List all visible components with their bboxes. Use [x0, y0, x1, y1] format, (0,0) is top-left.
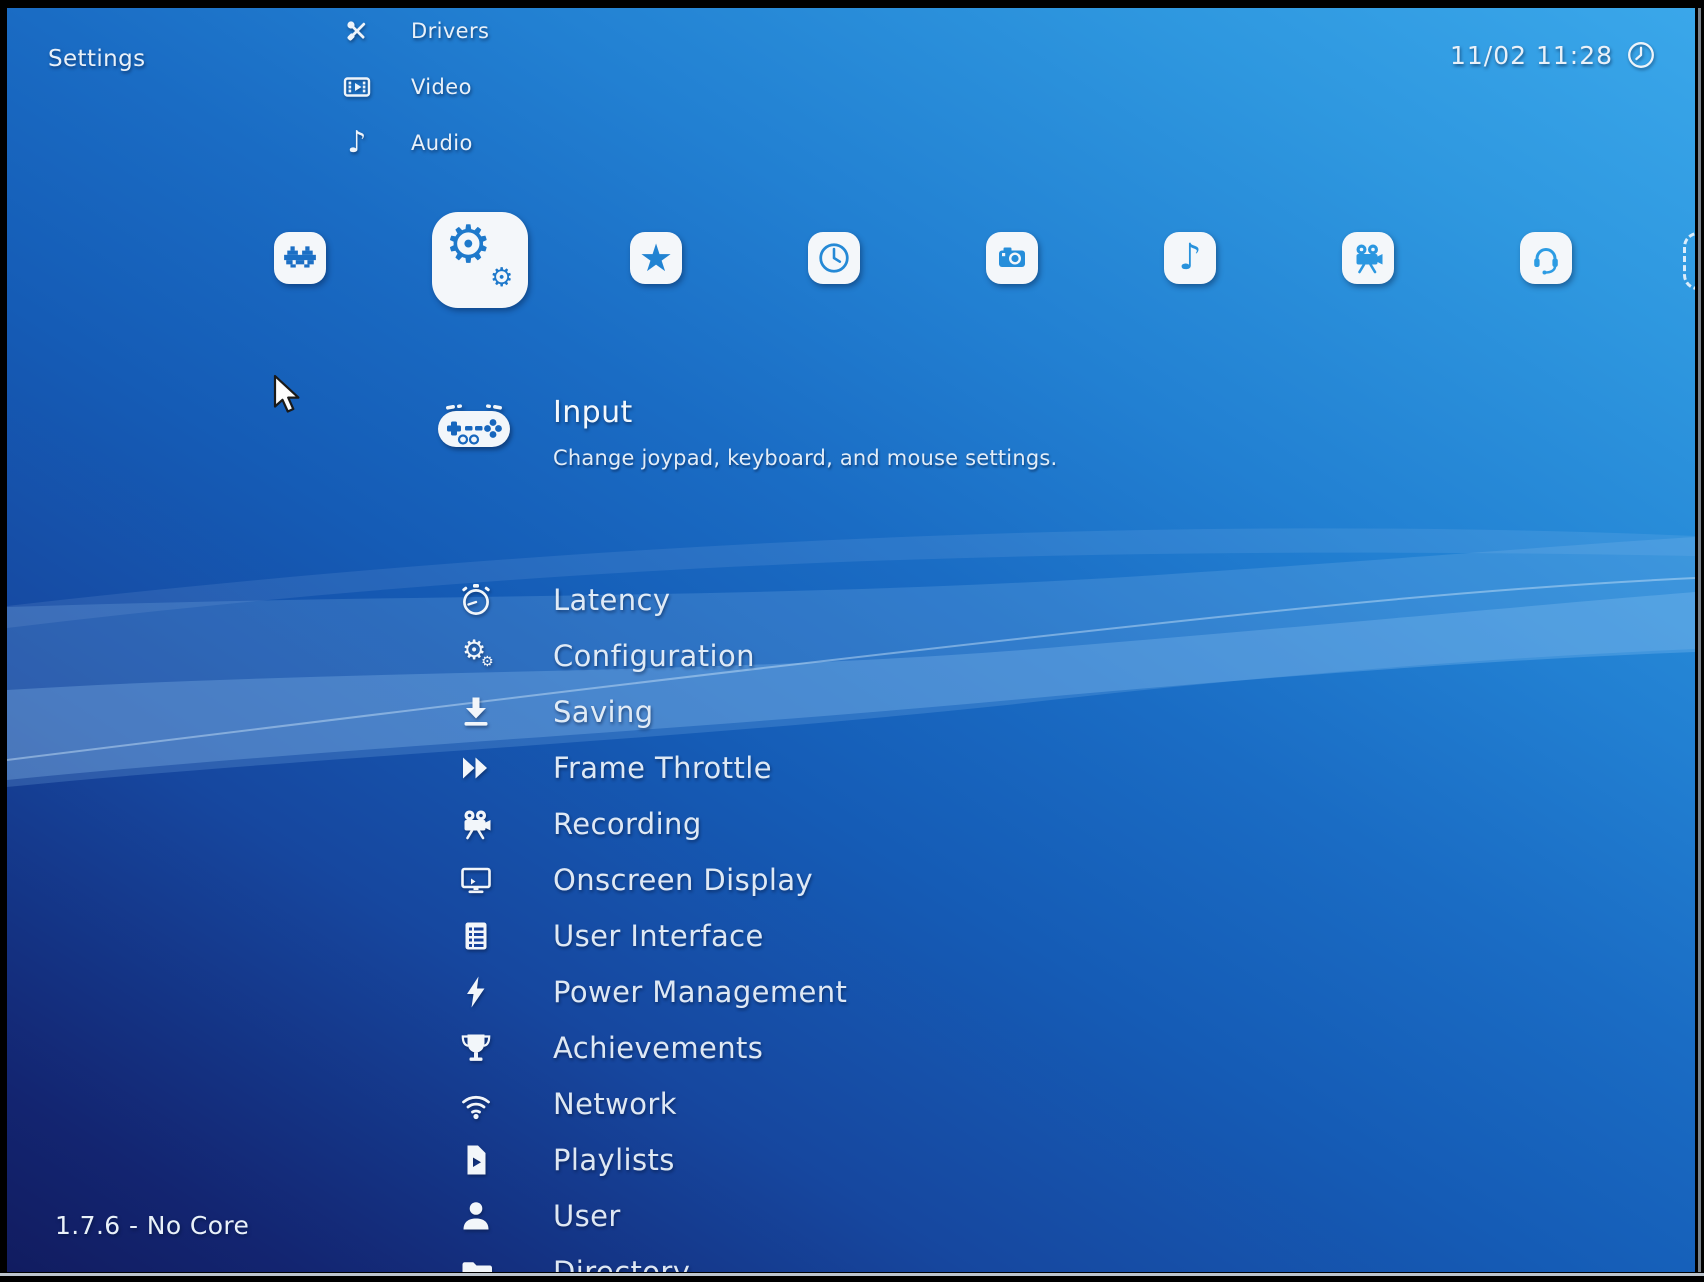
wrench-screwdriver-icon	[329, 17, 385, 45]
menu-item-configuration[interactable]: ⚙ ⚙ Configuration	[448, 628, 755, 684]
clock-status-icon	[1625, 39, 1657, 71]
menu-item-label: Drivers	[411, 19, 489, 43]
menu-item-label: Frame Throttle	[553, 751, 772, 785]
menu-item-label: User Interface	[553, 919, 764, 953]
menu-item-audio[interactable]: ♪ Audio	[329, 115, 473, 171]
tab-favorites[interactable]: ★	[630, 232, 682, 284]
menu-item-label: Audio	[411, 131, 473, 155]
menu-item-playlists[interactable]: Playlists	[448, 1132, 675, 1188]
menu-item-label: Network	[553, 1087, 677, 1121]
menu-item-label: Onscreen Display	[553, 863, 813, 897]
menu-item-latency[interactable]: Latency	[448, 572, 670, 628]
menu-item-drivers[interactable]: Drivers	[329, 8, 489, 59]
tab-settings[interactable]: ⚙ ⚙	[432, 212, 528, 308]
selected-item-sublabel: Change joypad, keyboard, and mouse setti…	[553, 446, 1057, 470]
menu-item-saving[interactable]: Saving	[448, 684, 654, 740]
fast-forward-icon	[448, 751, 504, 785]
screen-bottom-edge	[0, 1273, 1704, 1276]
menu-item-recording[interactable]: Recording	[448, 796, 702, 852]
menu-item-label: Power Management	[553, 975, 847, 1009]
tab-netplay[interactable]	[1520, 232, 1572, 284]
menu-item-power-management[interactable]: Power Management	[448, 964, 847, 1020]
tab-music[interactable]: ♪	[1164, 232, 1216, 284]
list-document-icon	[448, 919, 504, 953]
music-note-icon: ♪	[329, 128, 385, 158]
menu-item-input-selected[interactable]: Input Change joypad, keyboard, and mouse…	[436, 404, 512, 458]
stopwatch-icon	[448, 583, 504, 617]
folder-icon	[448, 1255, 504, 1272]
menu-item-network[interactable]: Network	[448, 1076, 677, 1132]
menu-item-frame-throttle[interactable]: Frame Throttle	[448, 740, 772, 796]
menu-item-label: Saving	[553, 695, 654, 729]
menu-item-label: Playlists	[553, 1143, 675, 1177]
retroarch-logo-icon	[282, 246, 318, 270]
version-label: 1.7.6 - No Core	[55, 1211, 249, 1240]
menu-item-onscreen-display[interactable]: Onscreen Display	[448, 852, 813, 908]
menu-item-label: Video	[411, 75, 472, 99]
tab-videos[interactable]	[1342, 232, 1394, 284]
selected-item-label: Input	[553, 395, 633, 430]
tab-history[interactable]	[808, 232, 860, 284]
download-icon	[448, 695, 504, 729]
tab-images[interactable]	[986, 232, 1038, 284]
trophy-icon	[448, 1031, 504, 1065]
menu-item-label: Recording	[553, 807, 702, 841]
menu-item-video[interactable]: Video	[329, 59, 472, 115]
mouse-cursor	[273, 374, 303, 418]
movie-camera-icon	[1351, 241, 1385, 275]
menu-item-user-interface[interactable]: User Interface	[448, 908, 764, 964]
star-icon: ★	[639, 239, 673, 277]
xmb-content: Settings 11/02 11:28 Drivers Video	[7, 8, 1695, 1272]
tab-import-content[interactable]	[1683, 232, 1695, 290]
retroarch-xmb-screen: { "header": { "title": "Settings", "date…	[0, 0, 1704, 1282]
gamepad-icon	[436, 404, 512, 454]
monitor-icon	[448, 863, 504, 897]
headset-icon	[1529, 241, 1563, 275]
gears-icon: ⚙	[490, 265, 513, 291]
film-strip-icon	[329, 73, 385, 101]
movie-camera-icon	[448, 807, 504, 841]
menu-item-label: Latency	[553, 583, 670, 617]
person-icon	[448, 1199, 504, 1233]
menu-item-achievements[interactable]: Achievements	[448, 1020, 763, 1076]
music-note-icon: ♪	[1179, 240, 1202, 276]
datetime-label: 11/02 11:28	[1450, 41, 1613, 70]
background-wave-ribbons	[7, 8, 1695, 1272]
wifi-icon	[448, 1087, 504, 1121]
tab-main-menu[interactable]	[274, 232, 326, 284]
playlist-file-icon	[448, 1143, 504, 1177]
menu-item-label: Directory	[553, 1255, 690, 1272]
status-bar: 11/02 11:28	[1450, 38, 1657, 72]
lightning-icon	[448, 975, 504, 1009]
menu-item-user[interactable]: User	[448, 1188, 621, 1244]
screen-right-edge	[1698, 8, 1701, 1272]
page-title: Settings	[48, 46, 146, 72]
menu-item-label: Configuration	[553, 639, 755, 673]
camera-icon	[995, 241, 1029, 275]
menu-item-directory[interactable]: Directory	[448, 1244, 690, 1272]
menu-item-label: User	[553, 1199, 621, 1233]
gears-icon: ⚙ ⚙	[448, 636, 504, 676]
menu-item-label: Achievements	[553, 1031, 763, 1065]
gears-icon: ⚙	[445, 219, 492, 271]
clock-icon	[817, 241, 851, 275]
